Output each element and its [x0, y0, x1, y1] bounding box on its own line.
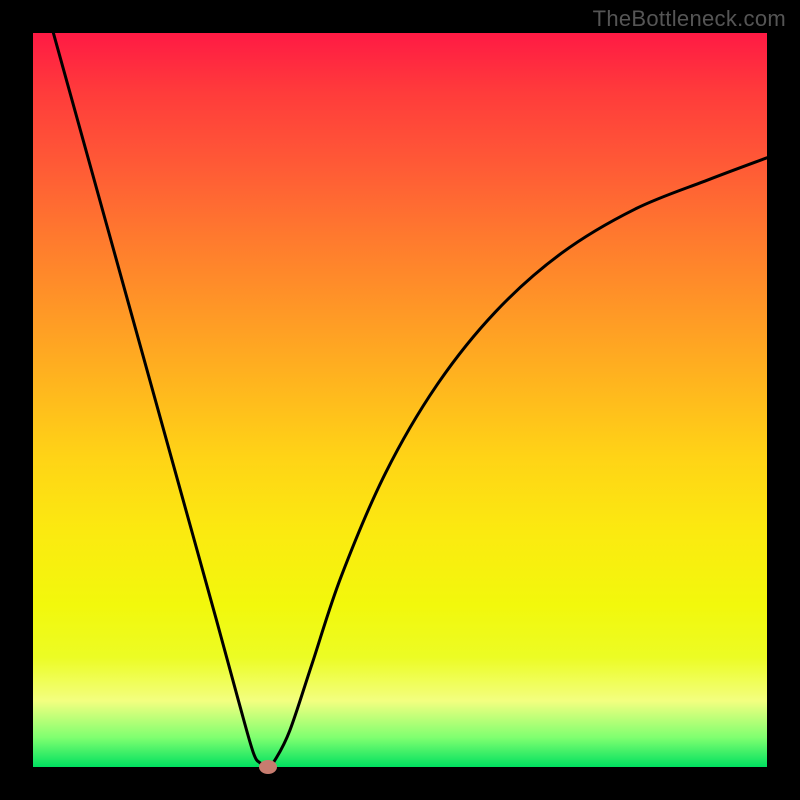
watermark-text: TheBottleneck.com [593, 6, 786, 32]
optimal-marker [259, 760, 277, 774]
bottleneck-curve-path [33, 33, 767, 767]
plot-area [33, 33, 767, 767]
curve-svg [33, 33, 767, 767]
bottleneck-chart: TheBottleneck.com [0, 0, 800, 800]
